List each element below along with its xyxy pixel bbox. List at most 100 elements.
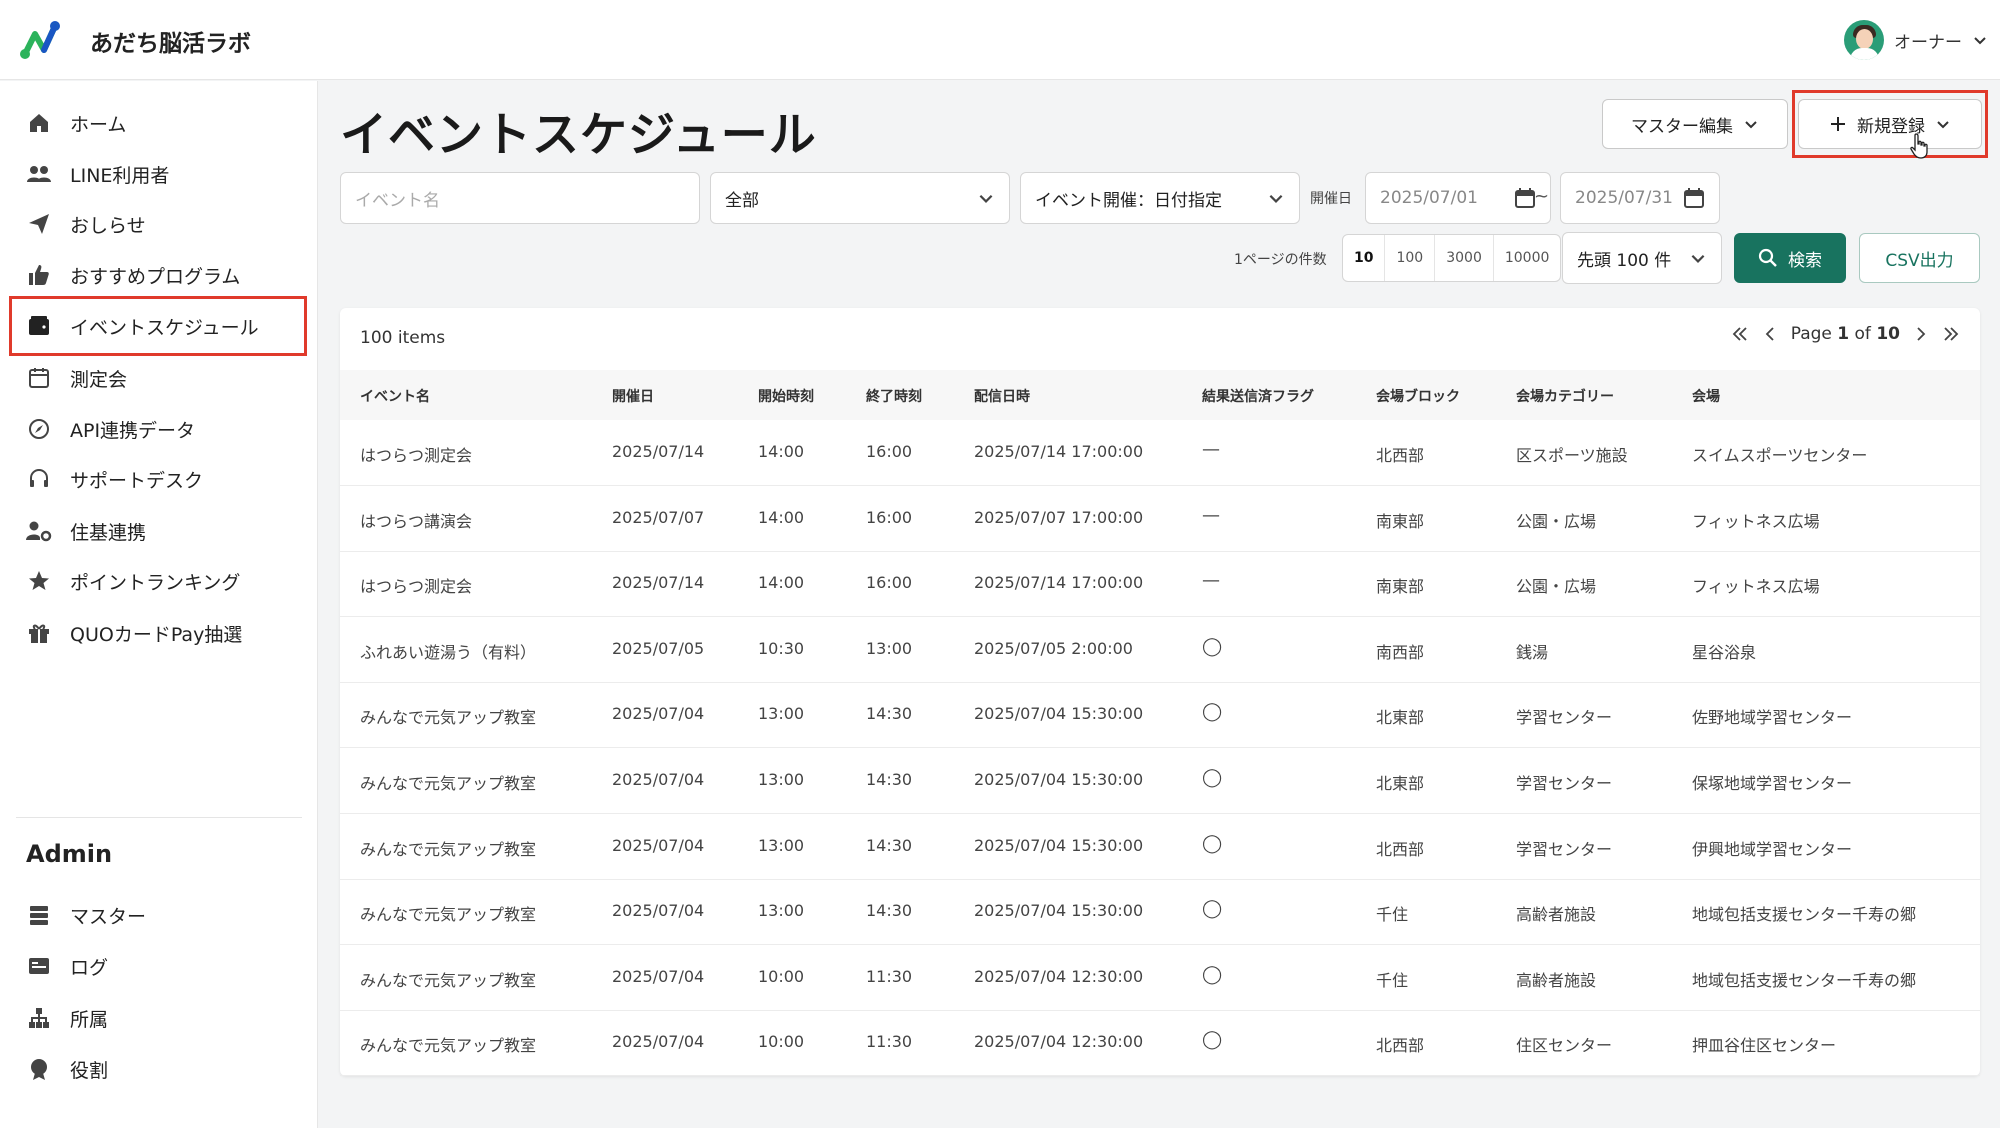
page-size-option[interactable]: 10 bbox=[1343, 235, 1386, 281]
sidebar-divider bbox=[16, 817, 302, 818]
table-row[interactable]: みんなで元気アップ教室 2025/07/04 10:00 11:30 2025/07/0… bbox=[340, 945, 1980, 1011]
table-cell: 2025/07/07 bbox=[612, 507, 705, 527]
table-cell: 2025/07/05 2:00:00 bbox=[974, 638, 1133, 658]
column-header[interactable]: イベント名 bbox=[360, 386, 430, 406]
table-row[interactable]: はつらつ測定会 2025/07/14 14:00 16:00 2025/07/14 17… bbox=[340, 420, 1980, 486]
table-row[interactable]: みんなで元気アップ教室 2025/07/04 13:00 14:30 2025/07/0… bbox=[340, 814, 1980, 880]
table-cell: 公園・広場 bbox=[1516, 577, 1597, 597]
sidebar-item-8[interactable]: 住基連携 bbox=[12, 504, 304, 558]
page-size-option[interactable]: 100 bbox=[1385, 235, 1436, 281]
column-header[interactable]: 開始時刻 bbox=[758, 386, 814, 406]
table-row[interactable]: みんなで元気アップ教室 2025/07/04 10:00 11:30 2025/07/0… bbox=[340, 1010, 1980, 1077]
table-cell: ◯ bbox=[1202, 898, 1223, 920]
badge-icon bbox=[26, 1056, 52, 1082]
page-size-option[interactable]: 10000 bbox=[1494, 235, 1561, 281]
table-row[interactable]: みんなで元気アップ教室 2025/07/04 13:00 14:30 2025/07/0… bbox=[340, 682, 1980, 749]
table-cell: はつらつ測定会 bbox=[360, 446, 473, 465]
table-cell: 佐野地域学習センター bbox=[1692, 708, 1853, 728]
column-header[interactable]: 会場 bbox=[1692, 386, 1720, 406]
date-mode-value: イベント開催：日付指定 bbox=[1035, 190, 1222, 211]
new-register-button[interactable]: 新規登録 bbox=[1798, 99, 1982, 149]
date-from-input[interactable]: 2025/07/01 bbox=[1365, 172, 1551, 224]
sidebar-item-label: 役割 bbox=[70, 1059, 109, 1082]
column-header[interactable]: 会場カテゴリー bbox=[1516, 386, 1614, 406]
column-header[interactable]: 配信日時 bbox=[974, 386, 1030, 406]
table-cell: ◯ bbox=[1202, 767, 1223, 788]
column-header[interactable]: 会場ブロック bbox=[1376, 386, 1460, 406]
sidebar-item-6[interactable]: API連携データ bbox=[12, 402, 304, 456]
sidebar-item-2[interactable]: おしらせ bbox=[12, 197, 304, 251]
table-cell: 11:30 bbox=[866, 966, 913, 986]
first-page-icon[interactable] bbox=[1731, 325, 1749, 343]
table-cell: 16:00 bbox=[866, 442, 913, 461]
sidebar-item-1[interactable]: LINE利用者 bbox=[12, 147, 304, 201]
table-cell: 南東部 bbox=[1376, 511, 1425, 531]
sidebar-item-4[interactable]: イベントスケジュール bbox=[9, 296, 307, 356]
last-page-icon[interactable] bbox=[1942, 325, 1960, 343]
table-cell: ◯ bbox=[1202, 1029, 1223, 1051]
sidebar-item-5[interactable]: 測定会 bbox=[12, 351, 304, 405]
page-size-option[interactable]: 3000 bbox=[1435, 235, 1494, 281]
table-cell: 2025/07/14 bbox=[612, 442, 705, 461]
table-row[interactable]: はつらつ測定会 2025/07/14 14:00 16:00 2025/07/14 17… bbox=[340, 551, 1980, 618]
table-cell: — bbox=[1202, 570, 1220, 592]
table-cell: ◯ bbox=[1202, 963, 1223, 985]
table-row[interactable]: みんなで元気アップ教室 2025/07/04 13:00 14:30 2025/07/0… bbox=[340, 748, 1980, 814]
page-total: 10 bbox=[1876, 324, 1900, 344]
table-row[interactable]: みんなで元気アップ教室 2025/07/04 13:00 14:30 2025/07/0… bbox=[340, 879, 1980, 946]
app-logo-icon[interactable] bbox=[18, 18, 62, 62]
event-name-input[interactable]: イベント名 bbox=[340, 172, 700, 224]
sidebar-admin-item-0[interactable]: マスター bbox=[12, 888, 304, 942]
table-row[interactable]: ふれあい遊湯う（有料） 2025/07/05 10:30 13:00 2025/07/0… bbox=[340, 617, 1980, 683]
sidebar-item-label: おすすめプログラム bbox=[70, 265, 241, 288]
sidebar-admin-item-1[interactable]: ログ bbox=[12, 939, 304, 993]
date-mode-select[interactable]: イベント開催：日付指定 bbox=[1020, 172, 1300, 224]
date-to-input[interactable]: 2025/07/31 bbox=[1560, 172, 1720, 224]
table-cell: 2025/07/04 15:30:00 bbox=[974, 835, 1144, 855]
page-title: イベントスケジュール bbox=[340, 108, 817, 163]
table-cell: みんなで元気アップ教室 bbox=[360, 1036, 537, 1056]
table-cell: 北西部 bbox=[1376, 446, 1425, 465]
table-cell: 千住 bbox=[1376, 905, 1409, 925]
chevron-down-icon bbox=[1745, 121, 1757, 129]
table-cell: 公園・広場 bbox=[1516, 511, 1597, 531]
table-cell: 南西部 bbox=[1376, 642, 1425, 662]
csv-export-label: CSV出力 bbox=[1885, 250, 1954, 271]
sidebar-item-label: ポイントランキング bbox=[70, 571, 241, 594]
calendar-icon[interactable] bbox=[1683, 187, 1705, 209]
prev-page-icon[interactable] bbox=[1763, 325, 1777, 343]
sidebar-item-label: おしらせ bbox=[70, 214, 146, 237]
column-header[interactable]: 開催日 bbox=[612, 386, 654, 406]
app-header: あだち脳活ラボ オーナー bbox=[0, 0, 2000, 80]
csv-export-button[interactable]: CSV出力 bbox=[1859, 233, 1980, 283]
master-edit-button[interactable]: マスター編集 bbox=[1602, 99, 1788, 149]
table-cell: 2025/07/04 15:30:00 bbox=[974, 901, 1144, 921]
sidebar-item-10[interactable]: QUOカードPay抽選 bbox=[12, 606, 304, 660]
limit-select[interactable]: 先頭 100 件 bbox=[1562, 232, 1722, 284]
column-header[interactable]: 終了時刻 bbox=[866, 386, 922, 406]
sidebar-item-9[interactable]: ポイントランキング bbox=[12, 554, 304, 608]
sidebar: ホーム LINE利用者おしらせおすすめプログラムイベントスケジュール測定会 API連… bbox=[0, 81, 318, 1128]
category-select[interactable]: 全部 bbox=[710, 172, 1010, 224]
sidebar-admin-item-3[interactable]: 役割 bbox=[12, 1042, 304, 1096]
table-row[interactable]: はつらつ講演会 2025/07/07 14:00 16:00 2025/07/07 17… bbox=[340, 486, 1980, 552]
sidebar-admin-item-2[interactable]: 所属 bbox=[12, 991, 304, 1045]
next-page-icon[interactable] bbox=[1914, 325, 1928, 343]
sidebar-item-0[interactable]: ホーム bbox=[12, 96, 304, 150]
sidebar-item-label: 測定会 bbox=[70, 368, 128, 391]
user-menu[interactable]: オーナー bbox=[1844, 18, 1988, 62]
sidebar-item-7[interactable]: サポートデスク bbox=[12, 452, 304, 506]
search-button[interactable]: 検索 bbox=[1734, 233, 1846, 283]
sidebar-item-label: マスター bbox=[70, 905, 147, 928]
sidebar-item-label: 所属 bbox=[70, 1008, 109, 1031]
column-header[interactable]: 結果送信済フラグ bbox=[1202, 386, 1314, 406]
calendar-icon[interactable] bbox=[1514, 187, 1536, 209]
sidebar-item-3[interactable]: おすすめプログラム bbox=[12, 248, 304, 302]
database-icon bbox=[26, 902, 52, 928]
table-cell: 2025/07/04 bbox=[612, 1032, 705, 1052]
star-icon bbox=[26, 568, 52, 594]
master-edit-label: マスター編集 bbox=[1631, 116, 1733, 137]
table-cell: 2025/07/04 bbox=[612, 770, 705, 789]
table-cell: 2025/07/04 bbox=[612, 835, 705, 855]
table-cell: はつらつ講演会 bbox=[360, 511, 473, 531]
